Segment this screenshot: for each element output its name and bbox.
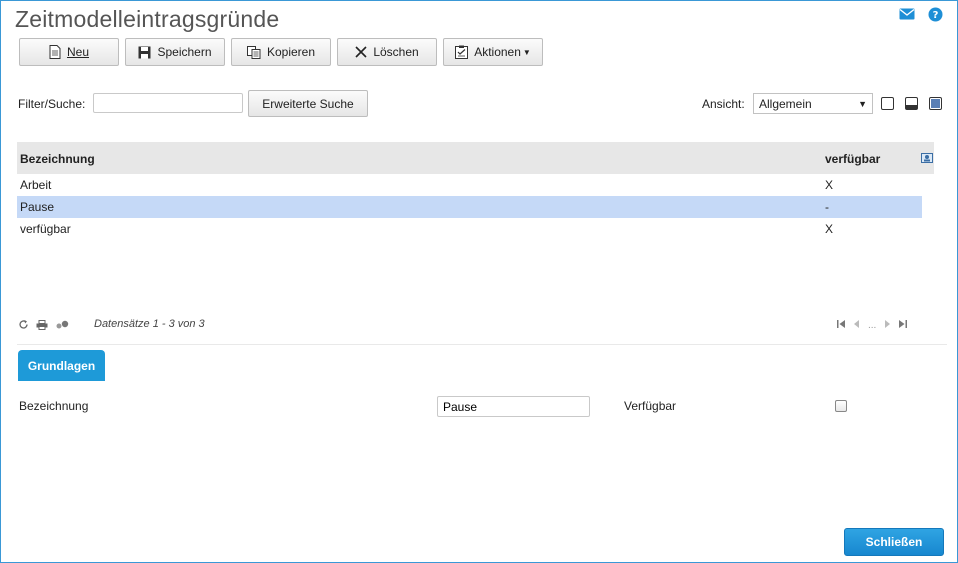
cell-bezeichnung: verfügbar — [20, 222, 71, 236]
delete-button[interactable]: Löschen — [337, 38, 437, 66]
view-select-value: Allgemein — [759, 96, 812, 111]
advanced-search-label: Erweiterte Suche — [262, 96, 354, 111]
layout-toggles — [881, 97, 942, 110]
table-row[interactable]: Pause - — [17, 196, 922, 218]
bezeichnung-label: Bezeichnung — [19, 399, 89, 413]
column-chooser-icon[interactable] — [921, 152, 933, 166]
tab-grundlagen[interactable]: Grundlagen — [18, 350, 105, 381]
tab-label: Grundlagen — [27, 358, 96, 373]
verfuegbar-label: Verfügbar — [624, 399, 677, 413]
close-button[interactable]: Schließen — [844, 528, 944, 556]
cell-bezeichnung: Arbeit — [20, 178, 52, 192]
actions-button[interactable]: Aktionen ▼ — [443, 38, 543, 66]
first-page-icon[interactable] — [837, 320, 846, 331]
actions-button-label: Aktionen — [474, 45, 521, 59]
cell-bezeichnung: Pause — [20, 200, 55, 214]
new-button[interactable]: Neu — [19, 38, 119, 66]
table-row[interactable]: Arbeit X — [17, 174, 922, 196]
next-page-icon[interactable] — [884, 320, 891, 331]
cell-verfuegbar: - — [825, 200, 829, 214]
top-right-icons: ? — [899, 6, 943, 22]
records-count: Datensätze 1 - 3 von 3 — [94, 318, 205, 330]
toolbar: Neu Speichern Kopieren Löschen Aktionen … — [19, 38, 543, 66]
view-select[interactable]: Allgemein ▼ — [753, 93, 873, 114]
divider — [17, 344, 947, 345]
clipboard-icon — [455, 45, 469, 59]
verfuegbar-checkbox[interactable] — [835, 400, 847, 412]
document-icon — [49, 45, 61, 59]
copy-icon — [246, 45, 261, 59]
advanced-search-button[interactable]: Erweiterte Suche — [248, 90, 368, 117]
copy-button-label: Kopieren — [266, 45, 316, 59]
table-row[interactable]: verfügbar X — [17, 218, 922, 240]
view-label: Ansicht: — [702, 97, 745, 111]
svg-text:?: ? — [932, 10, 938, 21]
page-title: Zeitmodelleintragsgründe — [15, 6, 280, 32]
bezeichnung-field[interactable] — [437, 396, 590, 417]
chevron-down-icon: ▼ — [522, 47, 531, 57]
refresh-icon[interactable] — [18, 319, 29, 333]
print-icon[interactable] — [36, 319, 48, 333]
delete-button-label: Löschen — [373, 45, 419, 59]
save-button[interactable]: Speichern — [125, 38, 225, 66]
layout-detail-only-icon[interactable] — [929, 97, 942, 110]
pager: ... — [837, 320, 908, 331]
column-header-verfuegbar[interactable]: verfügbar — [825, 152, 880, 166]
save-button-label: Speichern — [157, 45, 212, 59]
mail-icon[interactable] — [899, 6, 915, 22]
cell-verfuegbar: X — [825, 178, 834, 192]
filter-label: Filter/Suche: — [18, 97, 86, 111]
help-icon[interactable]: ? — [927, 6, 943, 22]
cell-verfuegbar: X — [825, 222, 834, 236]
chevron-down-icon: ▼ — [858, 99, 867, 109]
copy-button[interactable]: Kopieren — [231, 38, 331, 66]
new-button-label: Neu — [66, 45, 89, 59]
window-frame: Zeitmodelleintragsgründe ? Neu Speichern… — [0, 0, 958, 563]
floppy-icon — [138, 46, 151, 58]
previous-page-icon[interactable] — [854, 320, 860, 331]
layout-list-only-icon[interactable] — [881, 97, 894, 110]
close-button-label: Schließen — [865, 535, 923, 549]
last-page-icon[interactable] — [898, 320, 908, 331]
settings-icon[interactable] — [55, 319, 69, 333]
layout-split-icon[interactable] — [905, 97, 918, 110]
column-header-bezeichnung[interactable]: Bezeichnung — [20, 152, 95, 166]
filter-search-input[interactable] — [93, 93, 243, 113]
x-icon — [355, 46, 367, 58]
page-ellipsis: ... — [868, 320, 877, 331]
grid-footer-tools — [18, 319, 69, 333]
grid-header: Bezeichnung verfügbar — [17, 142, 934, 174]
